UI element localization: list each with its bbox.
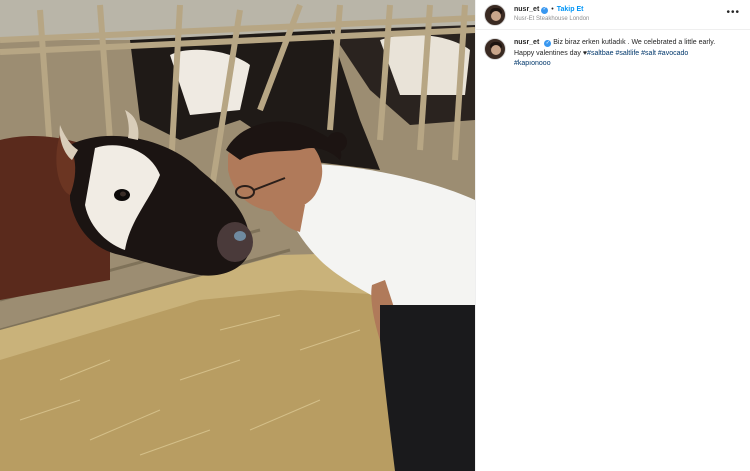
header-text: nusr_et ✓ • Takip Et Nusr-Et Steakhouse … [514, 6, 589, 22]
post-sidebar: nusr_et ✓ • Takip Et Nusr-Et Steakhouse … [475, 0, 750, 471]
avatar-face [491, 10, 501, 21]
hashtag-link[interactable]: #avocado [658, 50, 688, 57]
post-photo [0, 0, 475, 471]
post-image[interactable] [0, 0, 475, 471]
location-link[interactable]: Nusr-Et Steakhouse London [514, 16, 589, 23]
caption-avatar[interactable] [484, 38, 506, 60]
more-options-icon[interactable]: ••• [726, 8, 740, 18]
caption-text: nusr_et ✓ Biz biraz erken kutladık . We c… [514, 38, 734, 70]
verified-badge-icon: ✓ [541, 6, 549, 14]
hashtag-link[interactable]: #salt [641, 50, 656, 57]
post-header: nusr_et ✓ • Takip Et Nusr-Et Steakhouse … [476, 0, 750, 30]
avatar-face [491, 45, 501, 55]
caption-username-link[interactable]: nusr_et [514, 39, 539, 46]
header-row: nusr_et ✓ • Takip Et [514, 6, 589, 14]
hashtag-link[interactable]: #saltlife [615, 50, 639, 57]
avatar[interactable] [484, 3, 506, 26]
caption-line-2: Happy valentines day [514, 49, 583, 57]
follow-button[interactable]: Takip Et [557, 6, 584, 14]
username-link[interactable]: nusr_et [514, 6, 539, 14]
verified-badge-icon: ✓ [544, 40, 552, 48]
separator-dot: • [551, 6, 554, 14]
instagram-post: nusr_et ✓ • Takip Et Nusr-Et Steakhouse … [0, 0, 750, 471]
caption-line-1: Biz biraz erken kutladık . We celebrated… [553, 39, 716, 46]
post-caption: nusr_et ✓ Biz biraz erken kutladık . We c… [476, 30, 750, 70]
hashtag-link[interactable]: #kapıonooo [514, 60, 551, 67]
hashtag-link[interactable]: #saltbae [587, 50, 613, 57]
